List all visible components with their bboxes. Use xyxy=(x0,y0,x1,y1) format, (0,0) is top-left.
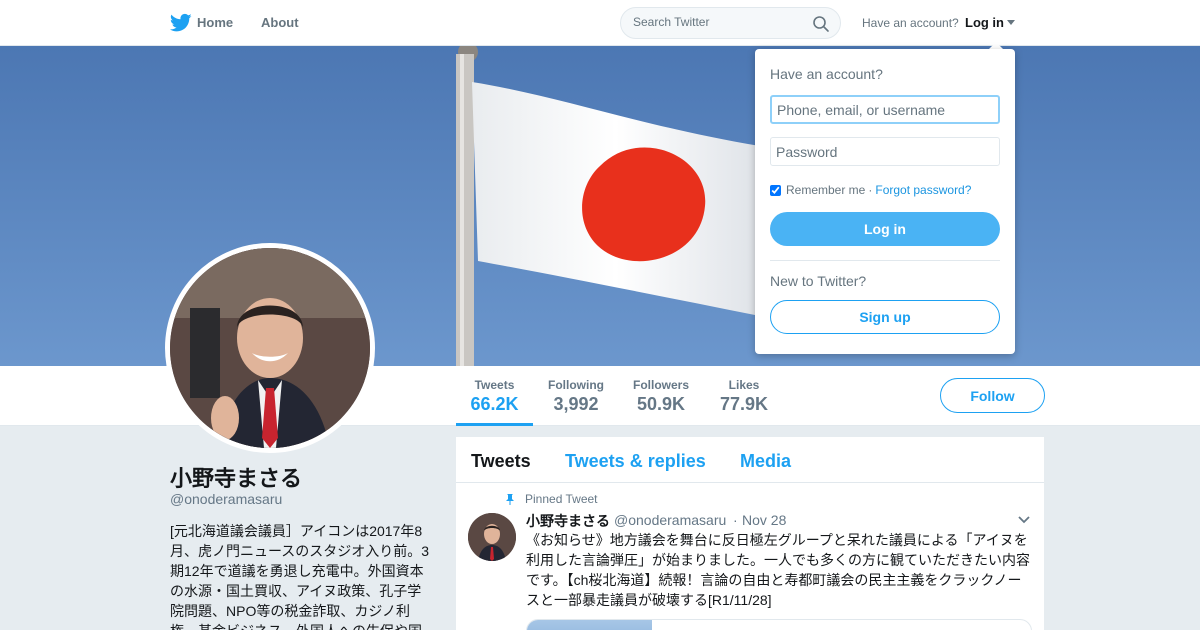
chevron-down-icon[interactable] xyxy=(1017,515,1031,525)
nav-home-link[interactable]: Home xyxy=(197,15,233,30)
new-to-twitter-text: New to Twitter? xyxy=(770,273,867,289)
login-dropdown-heading: Have an account? xyxy=(770,66,883,82)
stat-label: Followers xyxy=(632,378,689,392)
tweet-timestamp[interactable]: Nov 28 xyxy=(742,512,786,528)
tweet-author-handle[interactable]: @onoderamasaru xyxy=(614,512,726,528)
search-box xyxy=(620,7,841,39)
remember-me-label[interactable]: Remember me xyxy=(786,183,865,197)
stat-value: 77.9K xyxy=(719,394,769,414)
remember-me-checkbox[interactable] xyxy=(770,184,781,196)
forgot-password-link[interactable]: Forgot password? xyxy=(875,183,971,197)
tweet-link-card[interactable] xyxy=(526,619,1032,630)
link-card-thumbnail xyxy=(527,620,652,630)
login-button[interactable]: Log in xyxy=(770,212,1000,246)
remember-me-row: Remember me · Forgot password? xyxy=(770,183,971,197)
stat-value: 50.9K xyxy=(636,394,686,414)
pin-icon xyxy=(506,494,514,505)
tweet-separator: · xyxy=(733,512,738,528)
stat-label: Following xyxy=(548,378,604,392)
follow-button[interactable]: Follow xyxy=(940,378,1045,413)
tweet-author-name[interactable]: 小野寺まさる xyxy=(526,511,610,531)
password-field[interactable] xyxy=(770,137,1000,166)
profile-display-name[interactable]: 小野寺まさる xyxy=(170,461,302,493)
twitter-bird-icon[interactable] xyxy=(170,13,192,33)
timeline-tabs: Tweets Tweets & replies Media xyxy=(456,437,1044,483)
tweet-avatar-image xyxy=(468,513,516,561)
tweet-avatar[interactable] xyxy=(468,513,516,561)
stat-value: 3,992 xyxy=(553,394,599,414)
stat-following[interactable]: Following 3,992 xyxy=(540,366,612,426)
dropdown-divider xyxy=(770,260,1000,261)
stat-likes[interactable]: Likes 77.9K xyxy=(712,366,776,426)
stat-label: Likes xyxy=(728,378,760,392)
stat-label: Tweets xyxy=(474,378,515,392)
profile-avatar[interactable] xyxy=(165,243,375,453)
nav-about-link[interactable]: About xyxy=(261,15,299,30)
login-dropdown-toggle[interactable]: Log in xyxy=(965,15,1015,30)
top-navigation: Home About Have an account? Log in xyxy=(0,0,1200,46)
caret-down-icon xyxy=(1007,20,1015,25)
stat-followers[interactable]: Followers 50.9K xyxy=(626,366,696,426)
avatar-portrait-image xyxy=(170,248,370,448)
username-field[interactable] xyxy=(770,95,1000,124)
stat-tweets[interactable]: Tweets 66.2K xyxy=(456,366,533,426)
tab-tweets-and-replies[interactable]: Tweets & replies xyxy=(565,451,706,472)
tweet-text: 《お知らせ》地方議会を舞台に反日極左グループと呆れた議員による「アイヌを利用した… xyxy=(526,532,1030,608)
profile-bio: [元北海道議会議員］アイコンは2017年8月、虎ノ門ニュースのスタジオ入り前。3… xyxy=(170,523,430,630)
signup-button[interactable]: Sign up xyxy=(770,300,1000,334)
pinned-tweet-label: Pinned Tweet xyxy=(525,492,598,506)
remember-separator: · xyxy=(868,183,873,197)
tab-tweets[interactable]: Tweets xyxy=(471,451,531,472)
have-account-text: Have an account? xyxy=(862,16,959,30)
tab-media[interactable]: Media xyxy=(740,451,791,472)
search-icon[interactable] xyxy=(812,15,830,33)
stat-value: 66.2K xyxy=(470,394,519,414)
profile-handle[interactable]: @onoderamasaru xyxy=(170,491,282,507)
login-toggle-label: Log in xyxy=(965,15,1004,30)
search-input[interactable] xyxy=(633,15,803,29)
login-dropdown: Have an account? Remember me · Forgot pa… xyxy=(755,49,1015,354)
